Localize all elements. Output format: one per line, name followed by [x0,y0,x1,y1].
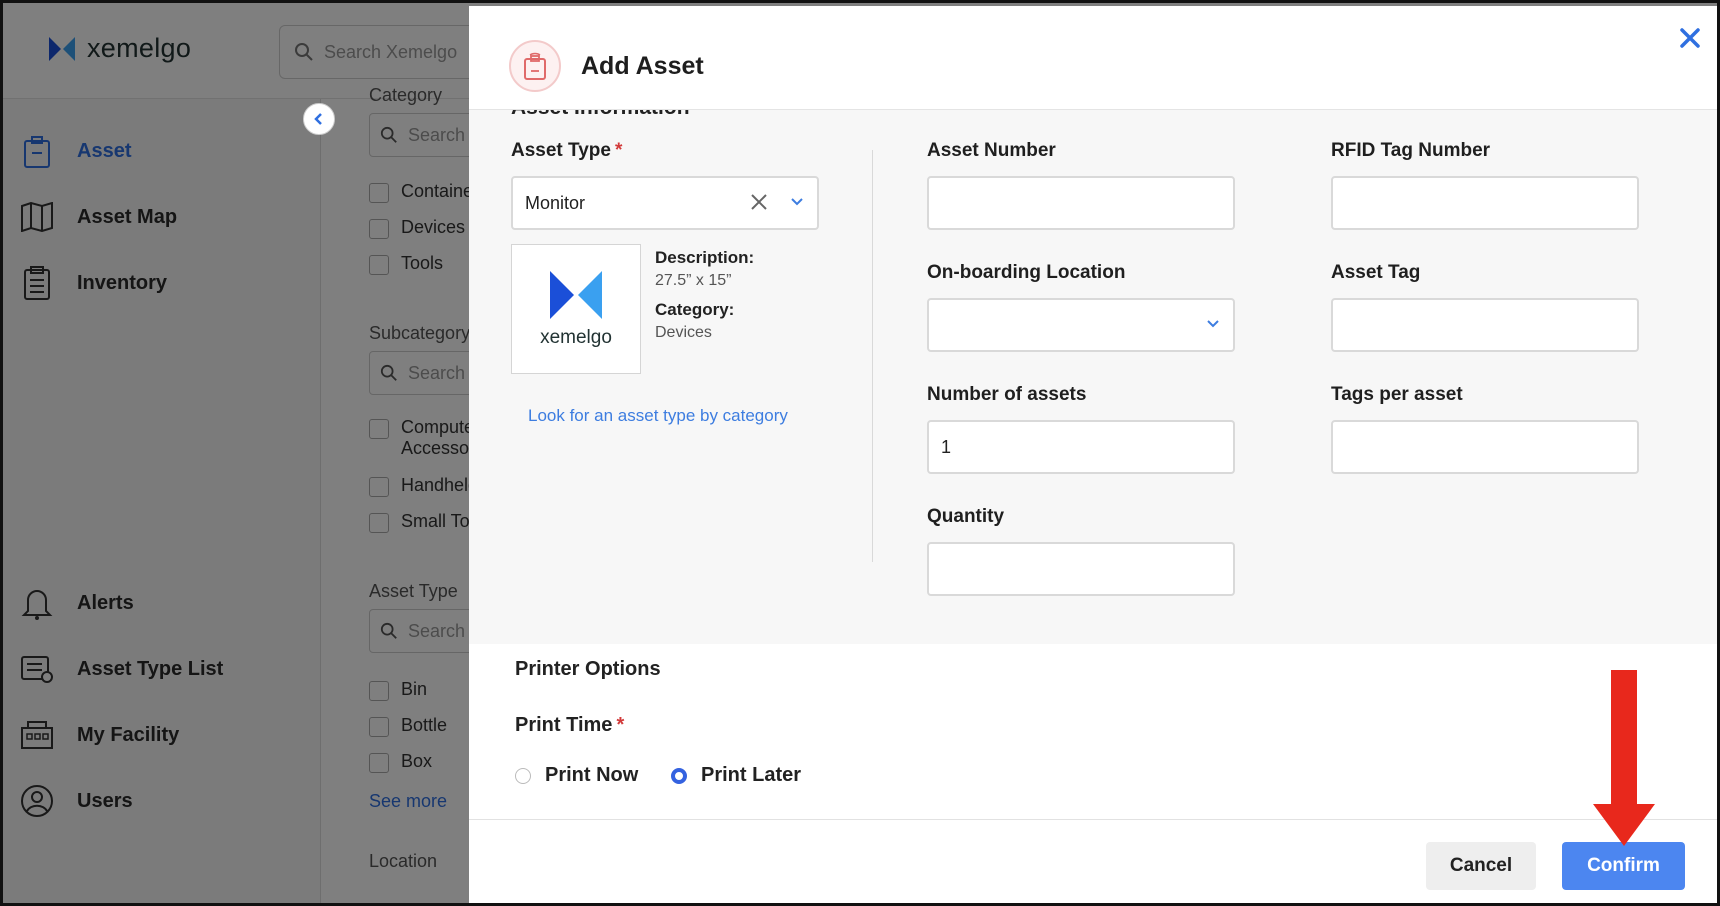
asset-number-input[interactable] [927,176,1235,230]
chevron-left-icon [314,113,322,125]
tags-per-asset-label: Tags per asset [1331,384,1463,405]
asset-tag-label: Asset Tag [1331,262,1421,283]
add-asset-modal: Add Asset Asset Information Asset Type* … [469,6,1717,903]
onboarding-location-select[interactable] [927,298,1235,352]
description-value: 27.5” x 15” [655,272,732,289]
asset-number-label: Asset Number [927,140,1056,161]
annotation-arrow-icon [1593,670,1655,846]
asset-type-label: Asset Type * [511,140,623,161]
close-icon [1680,28,1700,48]
print-now-radio[interactable]: Print Now [515,764,638,787]
thumbnail-logo-text: xemelgo [540,327,612,348]
rfid-tag-number-input[interactable] [1331,176,1639,230]
description-label: Description: [655,248,755,267]
modal-header: Add Asset [469,6,1717,110]
clear-selection-button[interactable] [749,192,769,217]
asset-information-section: Asset Information Asset Type* Monitor xe… [469,110,1717,644]
asset-tag-input[interactable] [1331,298,1639,352]
chevron-down-icon[interactable] [789,194,805,215]
footer-divider [469,819,1717,820]
cancel-button[interactable]: Cancel [1426,842,1536,890]
asset-type-thumbnail: xemelgo [511,244,641,374]
xemelgo-logo-icon [550,271,602,319]
number-of-assets-value: 1 [941,436,952,457]
radio-unchecked-icon [515,767,531,784]
onboarding-location-label: On-boarding Location [927,262,1126,283]
rfid-tag-number-label: RFID Tag Number [1331,140,1491,161]
radio-label: Print Later [701,764,802,786]
print-time-label: Print Time * [515,714,625,736]
radio-checked-icon [671,767,687,784]
collapse-sidebar-button[interactable] [303,103,335,135]
radio-label: Print Now [545,764,639,786]
asset-type-select[interactable]: Monitor [511,176,819,230]
clear-icon [751,194,767,210]
printer-options-title: Printer Options [515,658,661,680]
category-value: Devices [655,324,712,341]
print-later-radio[interactable]: Print Later [671,764,801,787]
modal-title: Add Asset [581,52,704,80]
lookup-by-category-link[interactable]: Look for an asset type by category [528,406,788,426]
number-of-assets-input[interactable]: 1 [927,420,1235,474]
tags-per-asset-input[interactable] [1331,420,1639,474]
quantity-input[interactable] [927,542,1235,596]
number-of-assets-label: Number of assets [927,384,1087,405]
section-title: Asset Information [511,110,690,120]
column-divider [872,150,873,562]
quantity-label: Quantity [927,506,1005,527]
chevron-down-icon [1205,316,1221,337]
asset-tag-icon [509,40,561,92]
asset-type-value: Monitor [525,192,586,213]
screenshot-frame: xemelgo Search Xemelgo Asset Asset Map I… [0,0,1720,906]
close-modal-button[interactable] [1672,20,1708,56]
category-label: Category: [655,300,735,319]
